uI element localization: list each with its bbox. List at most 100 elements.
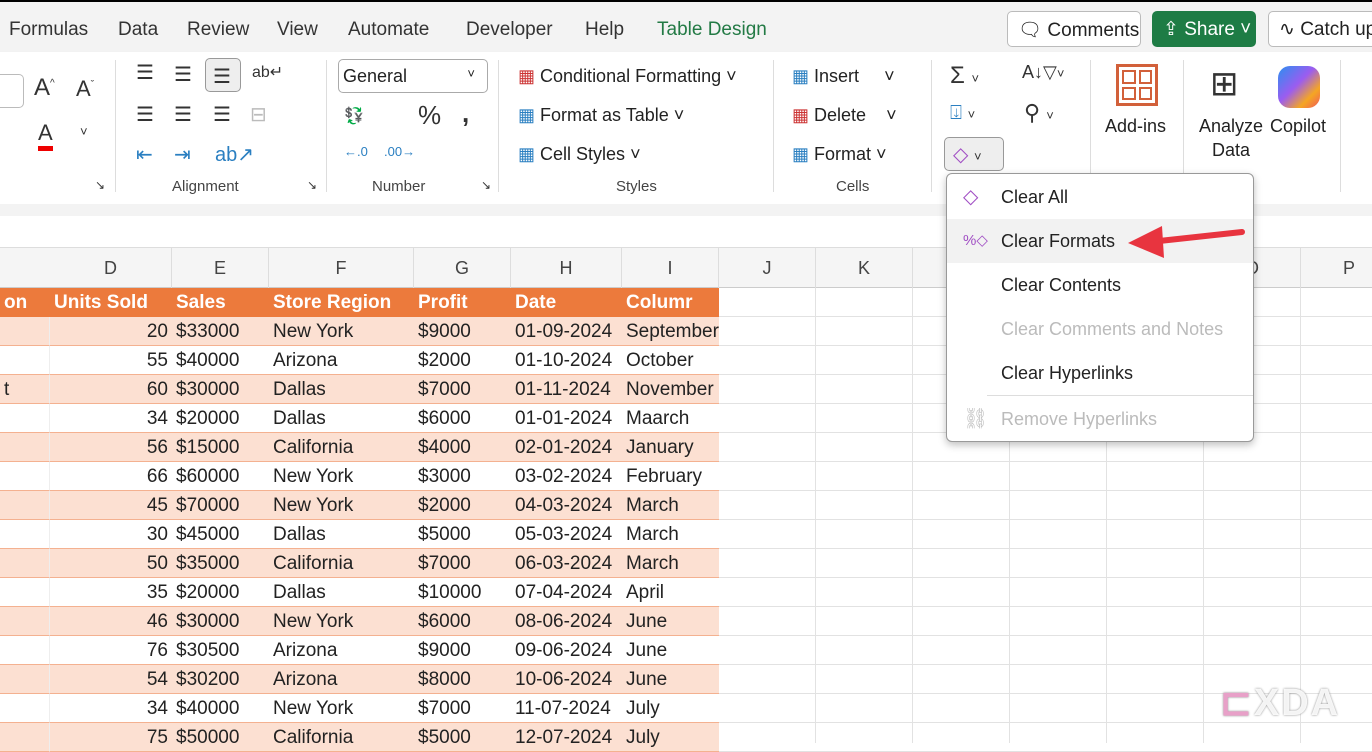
add-ins-label[interactable]: Add-ins	[1105, 116, 1166, 137]
sort-filter-icon[interactable]: A↓▽˅	[1022, 62, 1064, 83]
table-cell[interactable]	[0, 317, 50, 346]
menu-item-remove-hyperlinks[interactable]: ⛓ Remove Hyperlinks	[947, 397, 1253, 441]
table-header-cell[interactable]: Store Region	[269, 288, 414, 317]
chevron-down-icon[interactable]: ˅	[80, 124, 88, 139]
table-cell[interactable]: $7000	[414, 375, 511, 404]
table-cell[interactable]	[0, 636, 50, 665]
dialog-launcher-icon[interactable]: ↘	[95, 178, 105, 192]
tab-table-design[interactable]: Table Design	[657, 19, 767, 41]
tab-developer[interactable]: Developer	[466, 19, 553, 41]
table-cell[interactable]	[0, 665, 50, 694]
increase-indent-icon[interactable]: ⇥	[174, 142, 191, 167]
comma-style-icon[interactable]: ,	[462, 98, 469, 129]
copilot-icon[interactable]	[1278, 66, 1320, 108]
table-cell[interactable]: June	[622, 636, 719, 665]
table-cell[interactable]: 50	[50, 549, 172, 578]
table-cell[interactable]: $2000	[414, 346, 511, 375]
table-cell[interactable]: Dallas	[269, 375, 414, 404]
add-ins-icon[interactable]	[1116, 64, 1158, 106]
align-right-icon[interactable]: ☰	[213, 102, 231, 127]
table-header-cell[interactable]: on	[0, 288, 50, 317]
table-cell[interactable]: July	[622, 723, 719, 752]
table-cell[interactable]: 12-07-2024	[511, 723, 622, 752]
format-button[interactable]: ▦ Format ˅	[792, 144, 887, 165]
autosum-icon[interactable]: Σ ˅	[950, 62, 979, 90]
table-cell[interactable]: $35000	[172, 549, 269, 578]
table-cell[interactable]: Arizona	[269, 346, 414, 375]
table-cell[interactable]: $2000	[414, 491, 511, 520]
table-cell[interactable]: 35	[50, 578, 172, 607]
table-cell[interactable]: $7000	[414, 694, 511, 723]
table-cell[interactable]: California	[269, 433, 414, 462]
table-cell[interactable]: $40000	[172, 694, 269, 723]
table-cell[interactable]: $45000	[172, 520, 269, 549]
align-bottom-icon[interactable]: ☰	[205, 58, 241, 92]
table-cell[interactable]: 01-10-2024	[511, 346, 622, 375]
table-cell[interactable]: $20000	[172, 404, 269, 433]
table-header-cell[interactable]: Date	[511, 288, 622, 317]
catch-up-button[interactable]: ∿ Catch up	[1268, 11, 1372, 47]
align-center-icon[interactable]: ☰	[174, 102, 192, 127]
decrease-decimal-icon[interactable]: .00→	[384, 144, 415, 159]
table-cell[interactable]: $7000	[414, 549, 511, 578]
tab-help[interactable]: Help	[585, 19, 624, 41]
find-icon[interactable]: ⚲ ˅	[1024, 100, 1054, 126]
align-left-icon[interactable]: ☰	[136, 102, 154, 127]
decrease-indent-icon[interactable]: ⇤	[136, 142, 153, 167]
table-cell[interactable]: March	[622, 549, 719, 578]
font-color-icon[interactable]: A	[38, 120, 53, 151]
analyze-label-2[interactable]: Data	[1212, 140, 1250, 161]
table-cell[interactable]: $30000	[172, 375, 269, 404]
increase-decimal-icon[interactable]: ←.0	[344, 144, 368, 159]
column-header[interactable]: P	[1301, 248, 1372, 288]
table-cell[interactable]: July	[622, 694, 719, 723]
table-cell[interactable]: $15000	[172, 433, 269, 462]
table-cell[interactable]	[0, 462, 50, 491]
table-cell[interactable]: 45	[50, 491, 172, 520]
table-cell[interactable]: March	[622, 491, 719, 520]
table-cell[interactable]: 06-03-2024	[511, 549, 622, 578]
table-cell[interactable]: New York	[269, 607, 414, 636]
table-cell[interactable]: 76	[50, 636, 172, 665]
table-cell[interactable]: 05-03-2024	[511, 520, 622, 549]
table-cell[interactable]	[0, 723, 50, 752]
table-cell[interactable]: 34	[50, 404, 172, 433]
analyze-data-icon[interactable]: ⊞	[1210, 64, 1239, 104]
tab-view[interactable]: View	[277, 19, 318, 41]
table-cell[interactable]: 08-06-2024	[511, 607, 622, 636]
table-cell[interactable]: 02-01-2024	[511, 433, 622, 462]
table-cell[interactable]	[0, 491, 50, 520]
column-header[interactable]: G	[414, 248, 511, 288]
table-cell[interactable]: 46	[50, 607, 172, 636]
cell-styles-button[interactable]: ▦ Cell Styles ˅	[518, 144, 641, 165]
table-cell[interactable]: Arizona	[269, 636, 414, 665]
table-cell[interactable]: $4000	[414, 433, 511, 462]
table-cell[interactable]: June	[622, 607, 719, 636]
table-cell[interactable]: June	[622, 665, 719, 694]
delete-button[interactable]: ▦ Delete ˅	[792, 105, 897, 126]
tab-data[interactable]: Data	[118, 19, 158, 41]
column-header[interactable]: J	[719, 248, 816, 288]
table-header-cell[interactable]: Columr	[622, 288, 719, 317]
dialog-launcher-icon[interactable]: ↘	[307, 178, 317, 192]
table-cell[interactable]: 11-07-2024	[511, 694, 622, 723]
table-cell[interactable]: $6000	[414, 404, 511, 433]
align-middle-icon[interactable]: ☰	[174, 62, 192, 87]
table-cell[interactable]: 34	[50, 694, 172, 723]
table-cell[interactable]: October	[622, 346, 719, 375]
table-cell[interactable]	[0, 346, 50, 375]
increase-font-icon[interactable]: A^	[34, 74, 55, 102]
table-cell[interactable]: 55	[50, 346, 172, 375]
insert-button[interactable]: ▦ Insert ˅	[792, 66, 895, 87]
table-cell[interactable]: 30	[50, 520, 172, 549]
table-header-cell[interactable]: Units Sold	[50, 288, 172, 317]
table-cell[interactable]	[0, 578, 50, 607]
tab-formulas[interactable]: Formulas	[9, 19, 88, 41]
table-cell[interactable]: 10-06-2024	[511, 665, 622, 694]
table-cell[interactable]: 07-04-2024	[511, 578, 622, 607]
orientation-icon[interactable]: ab↗	[215, 142, 254, 167]
table-cell[interactable]: New York	[269, 491, 414, 520]
comments-button[interactable]: 🗨 Comments	[1007, 11, 1141, 47]
table-cell[interactable]: Arizona	[269, 665, 414, 694]
table-cell[interactable]: September	[622, 317, 719, 346]
